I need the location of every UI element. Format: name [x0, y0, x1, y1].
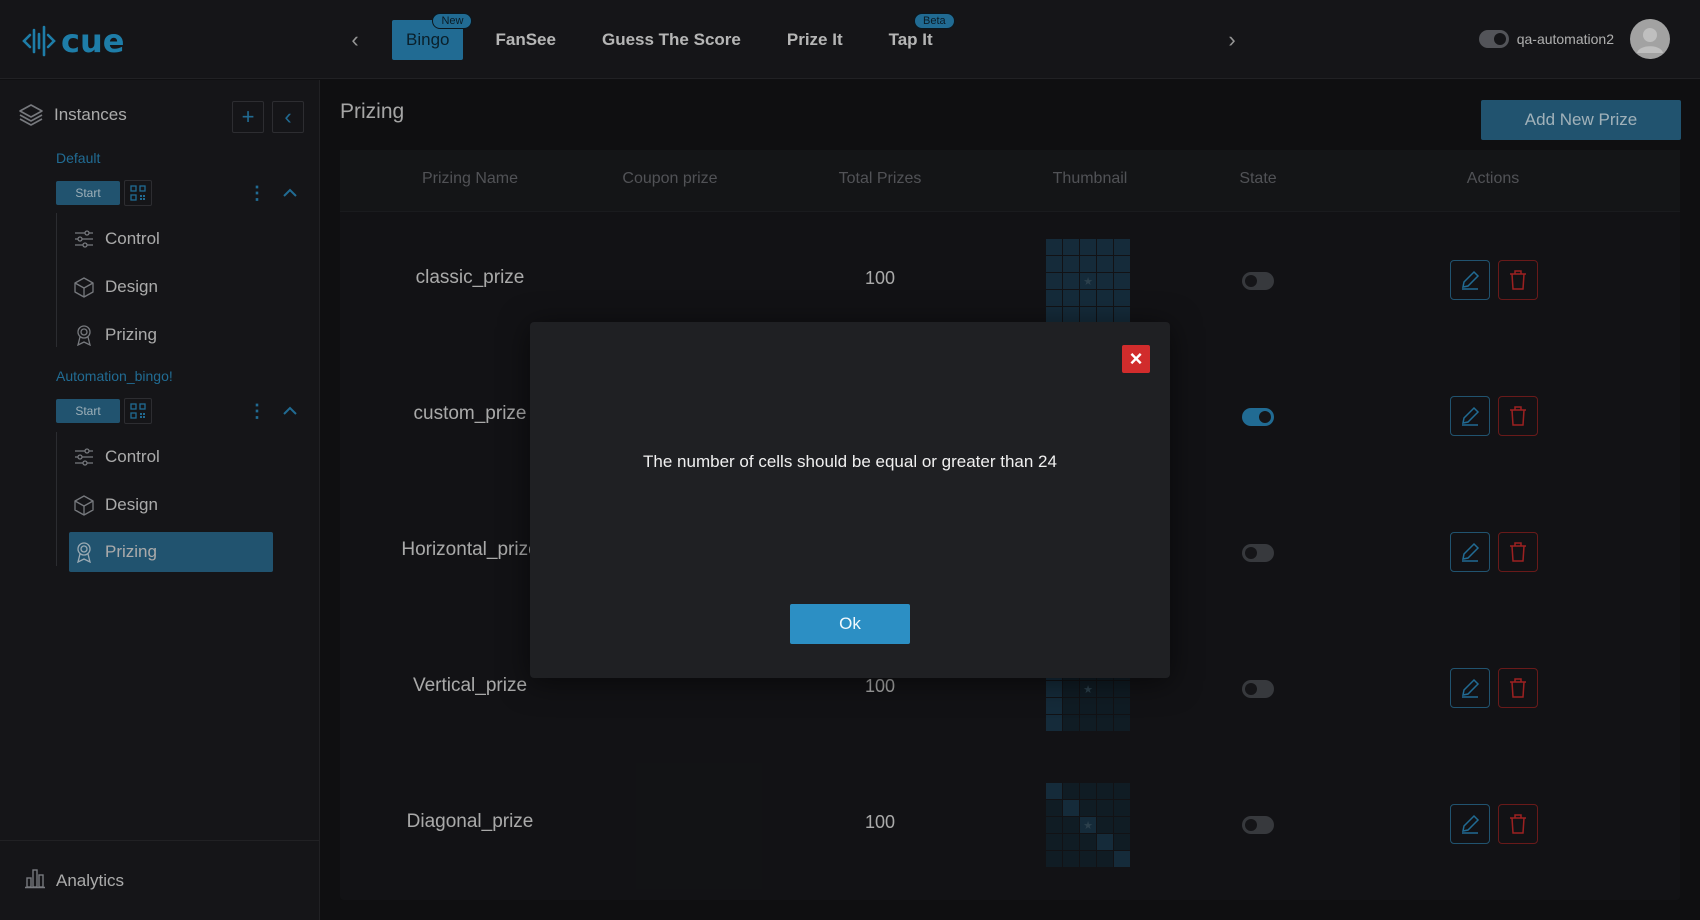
ok-button[interactable]: Ok — [790, 604, 910, 644]
dialog-message: The number of cells should be equal or g… — [643, 452, 1057, 471]
error-dialog: × The number of cells should be equal or… — [530, 322, 1170, 678]
close-button[interactable]: × — [1122, 345, 1150, 373]
close-icon: × — [1129, 346, 1143, 371]
